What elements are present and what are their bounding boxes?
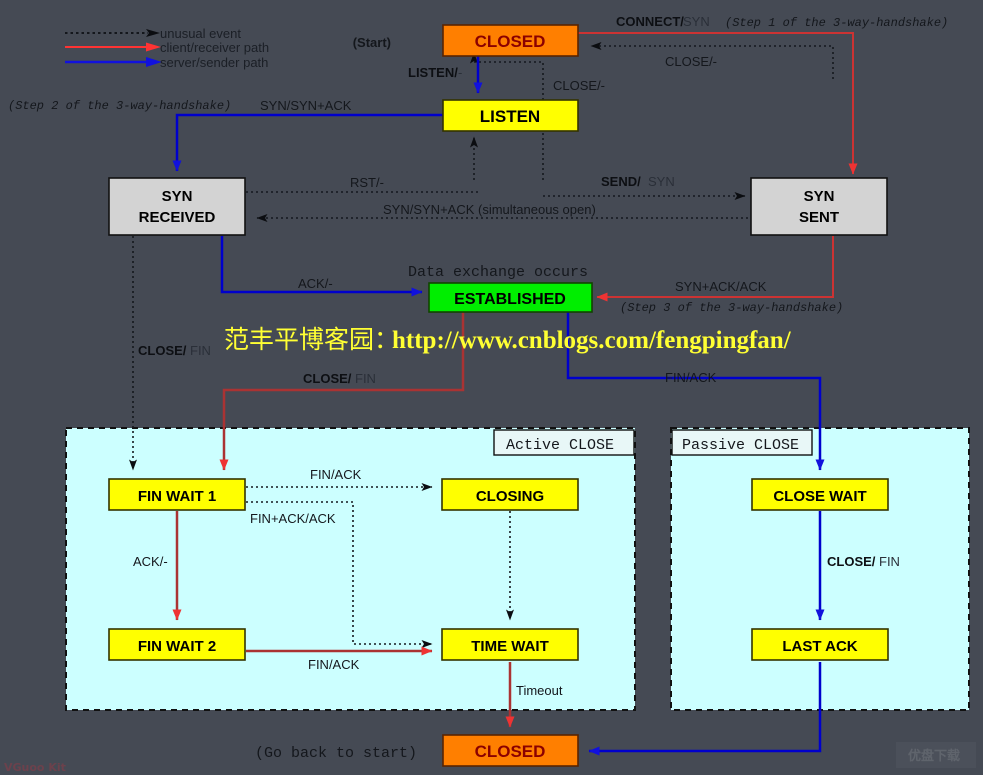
label-step2: (Step 2 of the 3-way-handshake) [8,99,231,113]
label-rst-dash: RST/- [350,175,384,190]
label-close-fin-passive: CLOSE/ FIN [827,554,900,569]
label-step1: (Step 1 of the 3-way-handshake) [725,16,948,30]
label-close-fin-mid-bold: CLOSE/ [303,371,352,386]
corner-watermark-right-text: 优盘下载 [908,748,960,764]
active-close-title-tag: Active CLOSE [493,429,635,456]
label-close-fin-passive-bold: CLOSE/ [827,554,876,569]
state-diagram-svg: CLOSED LISTEN SYN RECEIVED SYN SENT ESTA… [4,14,970,774]
state-time-wait[interactable]: TIME WAIT [441,628,579,661]
label-connect-syn-bold: CONNECT/ [616,14,684,29]
state-syn-received-line1: SYN [162,188,193,205]
state-syn-received-line2: RECEIVED [139,209,216,226]
label-close-fin-mid: CLOSE/ FIN [303,371,376,386]
state-close-wait-label: CLOSE WAIT [773,488,866,505]
corner-watermark-left-text: VGuoo Kit [4,761,66,774]
state-closed-bottom-label: CLOSED [475,742,546,761]
edge-syn-synack [172,113,443,172]
legend-label-client-path: client/receiver path [160,40,269,55]
watermark-chinese: 范丰平博客园： [224,325,399,354]
state-established[interactable]: ESTABLISHED [428,282,593,313]
legend: unusual event client/receiver path serve… [65,26,269,70]
label-close-fin-left-bold: CLOSE/ [138,343,187,358]
state-closing-label: CLOSING [476,488,544,505]
state-syn-received[interactable]: SYN RECEIVED [108,177,246,236]
label-listen-dash-bold: LISTEN/ [408,65,458,80]
passive-close-title-tag: Passive CLOSE [671,429,813,456]
label-close-fin-left-plain: FIN [190,343,211,358]
label-ack-dash-established: ACK/- [298,276,333,291]
state-closed-top-label: CLOSED [475,32,546,51]
start-annotation: (Start) [353,35,391,50]
label-listen-dash: LISTEN/ - [408,65,462,80]
state-syn-sent[interactable]: SYN SENT [750,177,888,236]
label-fin-ack-closing: FIN/ACK [310,467,362,482]
label-step3: (Step 3 of the 3-way-handshake) [620,301,843,315]
label-timeout: Timeout [516,683,563,698]
state-listen[interactable]: LISTEN [442,99,579,132]
label-close-dash-top: CLOSE/- [665,54,717,69]
state-time-wait-label: TIME WAIT [471,638,549,655]
corner-watermark-right: 优盘下载 [908,748,960,764]
label-close-fin-left: CLOSE/ FIN [138,343,211,358]
label-data-exchange: Data exchange occurs [408,264,588,281]
state-fin-wait-1[interactable]: FIN WAIT 1 [108,478,246,511]
label-ack-dash-finwait: ACK/- [133,554,168,569]
passive-close-title: Passive CLOSE [682,437,799,454]
state-closing[interactable]: CLOSING [441,478,579,511]
state-listen-label: LISTEN [480,107,540,126]
label-simultaneous-open: SYN/SYN+ACK (simultaneous open) [383,202,596,217]
state-syn-sent-line1: SYN [804,188,835,205]
watermark-url: http://www.cnblogs.com/fengpingfan/ [392,327,792,354]
legend-label-unusual-event: unusual event [160,26,241,41]
state-established-label: ESTABLISHED [454,291,566,308]
label-close-fin-passive-plain: FIN [879,554,900,569]
label-connect-syn-plain: SYN [683,14,710,29]
state-fin-wait-2-label: FIN WAIT 2 [138,638,216,655]
label-close-fin-mid-plain: FIN [355,371,376,386]
state-close-wait[interactable]: CLOSE WAIT [751,478,889,511]
label-send-syn-bold: SEND/ [601,174,641,189]
label-syn-synack-top: SYN/SYN+ACK [260,98,352,113]
label-listen-dash-plain: - [458,65,462,80]
label-synack-ack: SYN+ACK/ACK [675,279,767,294]
state-fin-wait-2[interactable]: FIN WAIT 2 [108,628,246,661]
state-syn-sent-line2: SENT [799,209,839,226]
state-closed-bottom[interactable]: CLOSED [442,734,579,767]
state-last-ack-label: LAST ACK [782,638,857,655]
label-send-syn: SEND/ SYN [601,174,675,189]
tcp-state-diagram-canvas: CLOSED LISTEN SYN RECEIVED SYN SENT ESTA… [0,0,983,775]
state-closed-top[interactable]: CLOSED [442,24,579,57]
state-fin-wait-1-label: FIN WAIT 1 [138,488,216,505]
label-fin-ack-right: FIN/ACK [665,370,717,385]
active-close-title: Active CLOSE [506,437,614,454]
state-last-ack[interactable]: LAST ACK [751,628,889,661]
label-go-back-to-start: (Go back to start) [255,745,417,762]
label-send-syn-plain: SYN [648,174,675,189]
label-connect-syn: CONNECT/ SYN (Step 1 of the 3-way-handsh… [616,14,948,30]
label-close-dash-mid: CLOSE/- [553,78,605,93]
label-fin-ack-timewait: FIN/ACK [308,657,360,672]
label-fin-plus-ack-ack: FIN+ACK/ACK [250,511,336,526]
legend-label-server-path: server/sender path [160,55,268,70]
